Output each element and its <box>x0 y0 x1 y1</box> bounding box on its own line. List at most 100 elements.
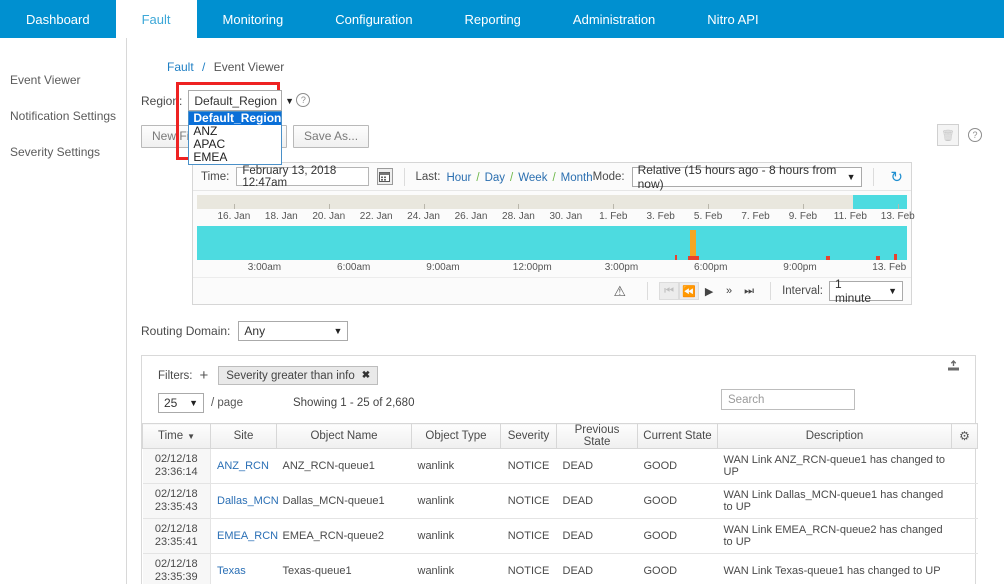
chevron-down-icon: ▼ <box>333 326 343 336</box>
timeline-main-band[interactable] <box>197 226 907 260</box>
main-content: Fault / Event Viewer Region: Default_Reg… <box>127 38 1004 584</box>
main-tick: 9:00pm <box>783 262 817 273</box>
add-filter-icon[interactable]: + <box>200 368 209 383</box>
overview-tick: 22. Jan <box>359 211 393 222</box>
column-header-object-type[interactable]: Object Type <box>411 423 501 449</box>
column-header-severity[interactable]: Severity <box>500 423 557 449</box>
site-link[interactable]: EMEA_RCN <box>217 530 278 542</box>
interval-select[interactable]: 1 minute ▼ <box>829 277 903 305</box>
table-row[interactable]: 02/12/18 23:35:41 EMEA_RCN EMEA_RCN-queue2 w… <box>142 518 978 554</box>
cell-severity: NOTICE <box>500 518 557 554</box>
first-button[interactable]: ⏮ <box>659 282 680 300</box>
nav-item-nitro-api[interactable]: Nitro API <box>681 0 784 38</box>
cell-severity: NOTICE <box>500 553 557 584</box>
cell-time: 02/12/18 23:35:41 <box>142 518 211 554</box>
column-header-time[interactable]: Time ▼ <box>142 423 211 449</box>
forward-button[interactable]: » <box>719 282 739 300</box>
column-settings-header[interactable]: ⚙ <box>951 423 978 449</box>
nav-item-administration[interactable]: Administration <box>547 0 681 38</box>
cell-description: WAN Link ANZ_RCN-queue1 has changed to U… <box>717 448 952 484</box>
overview-tick: 24. Jan <box>407 211 440 222</box>
time-input[interactable]: February 13, 2018 12:47am <box>236 165 370 189</box>
save-as-button[interactable]: Save As... <box>293 124 370 148</box>
column-header-label: Current State <box>643 430 712 442</box>
table-row[interactable]: 02/12/18 23:35:39 Texas Texas-queue1 wanlink… <box>142 553 978 584</box>
table-row[interactable]: 02/12/18 23:35:43 Dallas_MCN Dallas_MCN-que… <box>142 483 978 519</box>
filters-label: Filters: <box>158 369 193 382</box>
region-option-emea[interactable]: EMEA <box>189 151 281 164</box>
cell-site[interactable]: Dallas_MCN <box>210 483 279 519</box>
delete-filter-button[interactable]: 🗑 <box>937 124 959 146</box>
play-button[interactable]: ▶ <box>699 282 719 300</box>
column-header-previous-state[interactable]: Previous State <box>556 423 638 449</box>
breadcrumb-parent[interactable]: Fault <box>167 60 194 74</box>
cell-site[interactable]: Texas <box>210 553 277 584</box>
region-help-icon[interactable]: ? <box>296 93 311 107</box>
site-link[interactable]: ANZ_RCN <box>217 460 269 472</box>
cell-severity: NOTICE <box>500 448 557 484</box>
warning-icon[interactable]: ⚠ <box>614 283 627 300</box>
main-tick: 3:00pm <box>604 262 639 273</box>
per-page-select[interactable]: 25 ▼ <box>158 393 204 413</box>
column-header-label: Description <box>805 430 864 442</box>
interval-select-value: 1 minute <box>835 277 872 305</box>
search-input[interactable] <box>721 389 855 410</box>
nav-item-reporting[interactable]: Reporting <box>439 0 547 38</box>
cell-object-name: EMEA_RCN-queue2 <box>276 518 412 554</box>
cell-site[interactable]: ANZ_RCN <box>210 448 277 484</box>
column-header-object-name[interactable]: Object Name <box>276 423 412 449</box>
overview-tick: 5. Feb <box>693 211 723 222</box>
active-filter-chip[interactable]: Severity greater than info ✖ <box>218 366 379 385</box>
sidebar-item-notification-settings[interactable]: Notification Settings <box>0 98 126 134</box>
nav-item-dashboard[interactable]: Dashboard <box>0 0 116 38</box>
column-header-current-state[interactable]: Current State <box>637 423 718 449</box>
export-icon[interactable] <box>946 360 961 377</box>
region-dropdown-list[interactable]: Default_Region ANZ APAC EMEA <box>188 111 283 165</box>
cell-time: 02/12/18 23:36:14 <box>142 448 211 484</box>
cell-time: 02/12/18 23:35:39 <box>142 553 211 584</box>
sidebar-item-severity-settings[interactable]: Severity Settings <box>0 134 126 170</box>
quick-range-hour[interactable]: Hour <box>446 172 471 184</box>
trash-icon: 🗑 <box>941 129 955 142</box>
paging-row: 25 ▼ / page Showing 1 - 25 of 2,680 <box>142 385 975 423</box>
mode-select[interactable]: Relative (15 hours ago - 8 hours from no… <box>631 163 862 191</box>
column-header-label: Severity <box>507 430 550 442</box>
nav-item-configuration[interactable]: Configuration <box>309 0 438 38</box>
refresh-icon[interactable]: ↻ <box>890 168 903 186</box>
cell-current-state: GOOD <box>637 518 718 554</box>
quick-range-day[interactable]: Day <box>485 172 505 184</box>
cell-date: 02/12/18 <box>154 558 198 570</box>
quick-range-month[interactable]: Month <box>561 172 593 184</box>
site-link[interactable]: Dallas_MCN <box>217 495 279 507</box>
main-tick: 6:00am <box>337 262 371 273</box>
quick-range-week[interactable]: Week <box>518 172 547 184</box>
overview-band[interactable] <box>197 195 907 209</box>
last-button[interactable]: ⏭ <box>739 282 759 300</box>
close-icon[interactable]: ✖ <box>362 370 370 381</box>
site-link[interactable]: Texas <box>217 565 246 577</box>
gear-icon[interactable]: ⚙ <box>959 429 970 443</box>
cell-date: 02/12/18 <box>154 453 198 465</box>
nav-item-monitoring[interactable]: Monitoring <box>197 0 310 38</box>
filter-help-icon[interactable]: ? <box>968 128 982 142</box>
routing-domain-select[interactable]: Any ▼ <box>238 321 349 341</box>
overview-selection-handle[interactable] <box>853 195 907 209</box>
overview-tick-labels: 16. Jan 18. Jan 20. Jan 22. Jan 24. Jan 26. J… <box>197 209 915 224</box>
time-panel-header: Time: February 13, 2018 12:47am Last: Ho… <box>193 163 911 191</box>
column-header-description[interactable]: Description <box>717 423 952 449</box>
time-panel: Time: February 13, 2018 12:47am Last: Ho… <box>192 162 915 305</box>
calendar-icon[interactable] <box>377 168 393 185</box>
table-header-row: Time ▼ Site Object Name Object Type Severity P… <box>142 423 978 449</box>
overview-tick: 30. Jan <box>549 211 583 222</box>
cell-site[interactable]: EMEA_RCN <box>210 518 278 554</box>
region-select[interactable]: Default_Region ▼ <box>188 90 294 111</box>
previous-button[interactable]: ⏪ <box>679 282 700 300</box>
column-header-site[interactable]: Site <box>210 423 277 449</box>
app-shell: Event Viewer Notification Settings Severit… <box>0 38 1004 584</box>
sidebar-item-event-viewer[interactable]: Event Viewer <box>0 62 126 98</box>
main-tick: 3:00am <box>247 262 282 273</box>
cell-date: 02/12/18 <box>154 488 198 500</box>
table-row[interactable]: 02/12/18 23:36:14 ANZ_RCN ANZ_RCN-queue1 wan… <box>142 448 978 484</box>
nav-item-fault[interactable]: Fault <box>115 0 197 38</box>
overview-tick: 16. Jan <box>217 211 251 222</box>
